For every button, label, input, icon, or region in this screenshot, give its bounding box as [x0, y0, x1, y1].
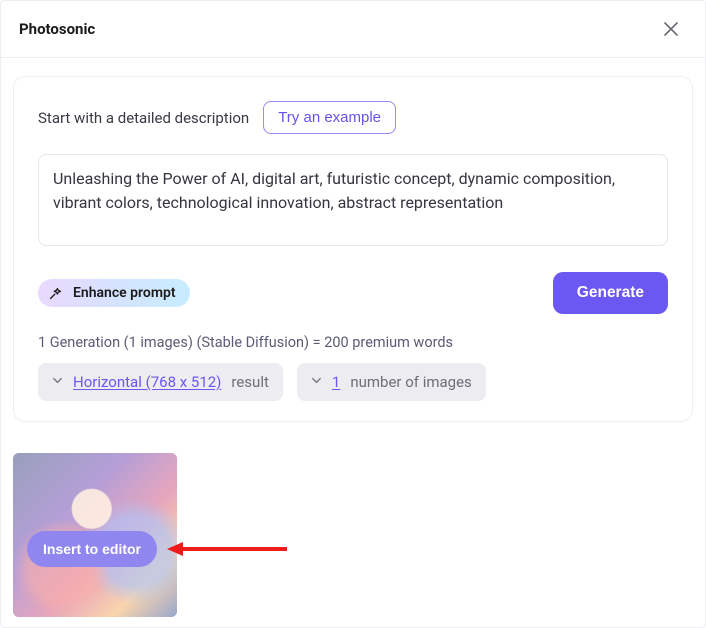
- magic-wand-icon: [48, 286, 63, 301]
- image-count-selector[interactable]: 1 number of images: [297, 363, 486, 401]
- close-icon: [664, 22, 678, 36]
- resolution-suffix: result: [231, 373, 268, 391]
- close-button[interactable]: [657, 15, 685, 43]
- action-row: Enhance prompt Generate: [38, 272, 668, 314]
- enhance-prompt-label: Enhance prompt: [73, 285, 176, 301]
- description-row: Start with a detailed description Try an…: [38, 101, 668, 134]
- prompt-panel: Start with a detailed description Try an…: [13, 76, 693, 422]
- modal-title: Photosonic: [19, 20, 95, 38]
- image-count-suffix: number of images: [350, 373, 471, 391]
- annotation-arrow: [167, 541, 287, 557]
- selectors-row: Horizontal (768 x 512) result 1 number o…: [38, 363, 668, 401]
- generate-button[interactable]: Generate: [553, 272, 668, 314]
- photosonic-modal: Photosonic Start with a detailed descrip…: [0, 0, 706, 628]
- generation-cost-text: 1 Generation (1 images) (Stable Diffusio…: [38, 334, 668, 351]
- resolution-selector[interactable]: Horizontal (768 x 512) result: [38, 363, 283, 401]
- modal-header: Photosonic: [1, 1, 705, 58]
- chevron-down-icon: [52, 375, 63, 389]
- resolution-value: Horizontal (768 x 512): [73, 373, 221, 391]
- result-area: Insert to editor: [13, 453, 177, 617]
- chevron-down-icon: [311, 375, 322, 389]
- enhance-prompt-button[interactable]: Enhance prompt: [38, 279, 190, 307]
- insert-to-editor-button[interactable]: Insert to editor: [27, 531, 157, 567]
- prompt-input[interactable]: [38, 154, 668, 246]
- image-count-value: 1: [332, 373, 340, 391]
- try-example-button[interactable]: Try an example: [263, 101, 396, 134]
- description-label: Start with a detailed description: [38, 109, 249, 127]
